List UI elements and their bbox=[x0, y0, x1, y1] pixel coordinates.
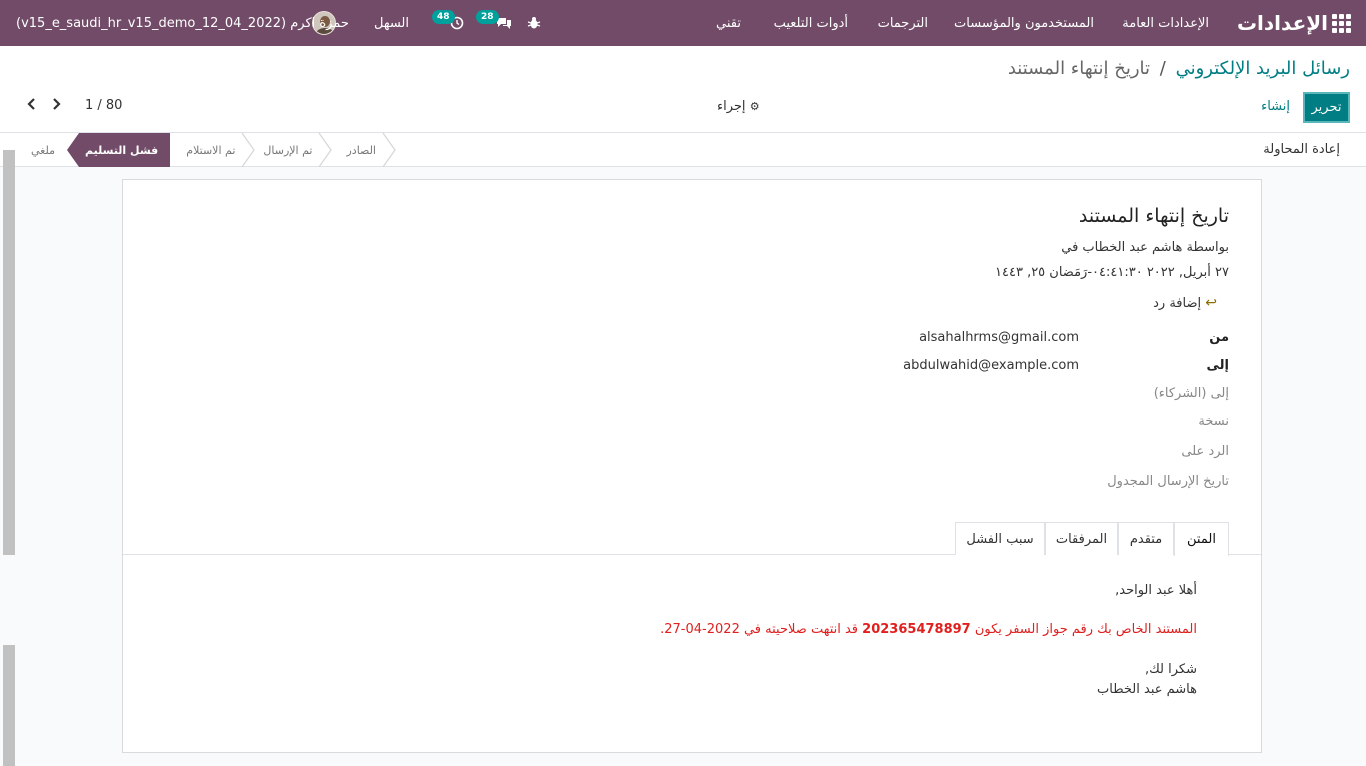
stage-label: ملغي bbox=[31, 143, 56, 157]
body-greeting: أهلا عبد الواحد, bbox=[1115, 583, 1197, 598]
messages-icon[interactable] bbox=[496, 0, 512, 46]
scrollbar-thumb[interactable] bbox=[3, 150, 15, 555]
status-bar: ملغي فشل التسليم تم الاستلام تم الإرسال … bbox=[31, 133, 396, 167]
stage-label: فشل التسليم bbox=[85, 143, 159, 157]
cc-label: نسخة bbox=[1198, 414, 1229, 429]
menu-technical[interactable]: تقني bbox=[716, 0, 741, 46]
body-thanks: شكرا لك, bbox=[1144, 662, 1197, 677]
body-signature: هاشم عبد الخطاب bbox=[1097, 682, 1197, 697]
tab-advanced[interactable]: متقدم bbox=[1118, 522, 1174, 555]
mail-subject: تاريخ إنتهاء المستند bbox=[1078, 205, 1229, 227]
action-menu-button[interactable]: إجراء ⚙ bbox=[717, 99, 760, 114]
menu-users-companies[interactable]: المستخدمون والمؤسسات bbox=[954, 0, 1094, 46]
stage-label: الصادر bbox=[346, 143, 376, 157]
scheduled-date-label: تاريخ الإرسال المجدول bbox=[1107, 474, 1229, 489]
pager-next-icon[interactable] bbox=[52, 97, 62, 115]
stage-label: تم الإرسال bbox=[263, 143, 313, 157]
reply-to-label: الرد على bbox=[1181, 444, 1229, 459]
menu-general-settings[interactable]: الإعدادات العامة bbox=[1122, 0, 1209, 46]
stage-delivery-failed: فشل التسليم bbox=[67, 133, 171, 167]
apps-menu-icon[interactable] bbox=[1332, 0, 1352, 46]
breadcrumb-current: تاريخ إنتهاء المستند bbox=[1007, 58, 1151, 79]
top-navbar: الإعدادات الإعدادات العامة المستخدمون وا… bbox=[0, 0, 1366, 46]
company-switcher[interactable]: السهل bbox=[374, 0, 409, 46]
activities-clock-icon[interactable] bbox=[450, 0, 464, 46]
reply-arrow-icon: ↩ bbox=[1205, 295, 1217, 311]
breadcrumb-separator: / bbox=[1159, 58, 1166, 79]
stage-outgoing[interactable]: الصادر bbox=[326, 133, 396, 167]
tab-attachments[interactable]: المرفقات bbox=[1045, 522, 1118, 555]
to-label: إلى bbox=[1206, 358, 1230, 373]
user-menu-name[interactable]: حمزة اكرم (v15_e_saudi_hr_v15_demo_12_04… bbox=[16, 0, 349, 46]
create-button[interactable]: إنشاء bbox=[1261, 99, 1290, 114]
scrollbar-lower[interactable] bbox=[3, 645, 15, 766]
pager-previous-icon[interactable] bbox=[26, 97, 36, 115]
from-value: alsahalhrms@gmail.com bbox=[919, 330, 1079, 345]
from-label: من bbox=[1209, 330, 1229, 345]
add-reply-link[interactable]: ↩ إضافة رد bbox=[1153, 295, 1217, 311]
stage-sent[interactable]: تم الإرسال bbox=[249, 133, 333, 167]
add-reply-label: إضافة رد bbox=[1153, 296, 1202, 311]
tab-body[interactable]: المتن bbox=[1174, 522, 1229, 556]
messages-count-badge: 28 bbox=[476, 10, 499, 24]
alert-prefix: المستند الخاص بك رقم جواز السفر يكون bbox=[974, 622, 1197, 637]
stage-label: تم الاستلام bbox=[186, 143, 236, 157]
alert-suffix: قد انتهت صلاحيته في 2022-04-27. bbox=[660, 622, 859, 637]
retry-button[interactable]: إعادة المحاولة bbox=[1263, 142, 1340, 157]
tab-failure-reason[interactable]: سبب الفشل bbox=[955, 522, 1045, 555]
stage-received[interactable]: تم الاستلام bbox=[170, 133, 256, 167]
body-alert-line: المستند الخاص بك رقم جواز السفر يكون 202… bbox=[660, 622, 1197, 637]
gear-icon: ⚙ bbox=[749, 100, 760, 113]
passport-number: 202365478897 bbox=[862, 622, 971, 637]
debug-bug-icon[interactable] bbox=[527, 0, 541, 46]
stage-cancelled: ملغي bbox=[31, 133, 67, 167]
activities-count-badge: 48 bbox=[432, 10, 455, 24]
breadcrumb-parent-link[interactable]: رسائل البريد الإلكتروني bbox=[1176, 58, 1350, 79]
mail-date-line: ٢٧ أبريل, ٢٠٢٢ ٠٤:٤١:٣٠-رَمَضان ٢٥, ١٤٤٣ bbox=[995, 265, 1229, 280]
mail-author-line: بواسطة هاشم عبد الخطاب في bbox=[1061, 240, 1229, 255]
partners-label: إلى (الشركاء) bbox=[1153, 386, 1229, 401]
edit-button[interactable]: تحرير bbox=[1303, 92, 1350, 123]
menu-translations[interactable]: الترجمات bbox=[878, 0, 928, 46]
pager-value[interactable]: 1 / 80 bbox=[85, 98, 122, 113]
breadcrumb: رسائل البريد الإلكتروني / تاريخ إنتهاء ا… bbox=[1008, 58, 1350, 79]
menu-gamification[interactable]: أدوات التلعيب bbox=[774, 0, 848, 46]
mail-form-sheet: تاريخ إنتهاء المستند بواسطة هاشم عبد الخ… bbox=[122, 179, 1262, 753]
app-brand[interactable]: الإعدادات bbox=[1237, 0, 1328, 46]
to-value: abdulwahid@example.com bbox=[903, 358, 1079, 373]
action-menu-label: إجراء bbox=[717, 99, 746, 114]
